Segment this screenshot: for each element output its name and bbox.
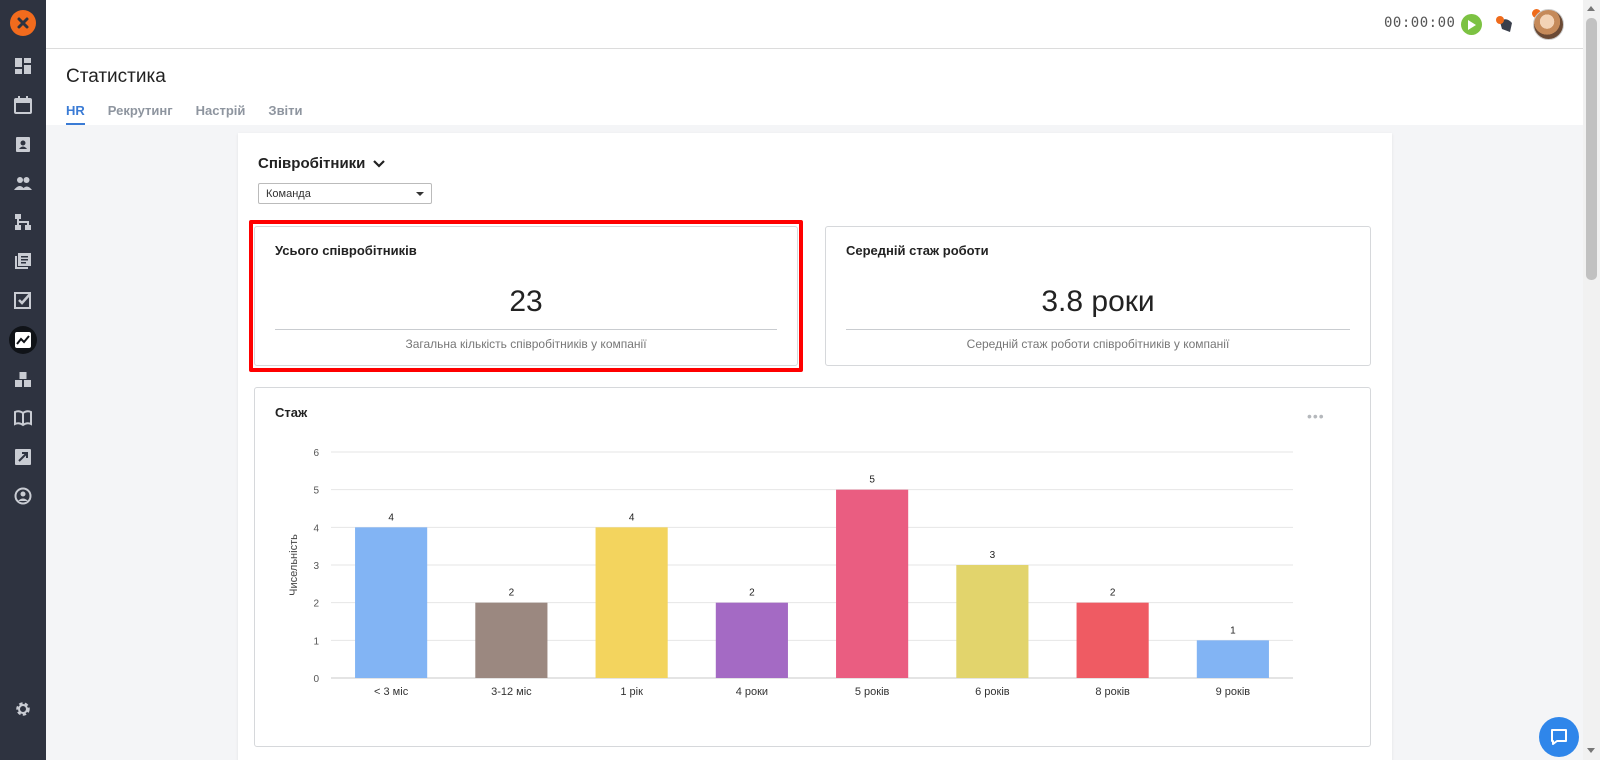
data-label: 2: [1110, 588, 1116, 599]
tab-hr[interactable]: HR: [66, 103, 85, 125]
people-icon[interactable]: [9, 169, 37, 197]
divider: [275, 329, 777, 330]
data-label: 4: [629, 512, 635, 523]
team-select[interactable]: Команда: [258, 183, 432, 204]
play-timer-button[interactable]: [1461, 14, 1482, 35]
bar: [715, 602, 788, 678]
scroll-down-arrow-icon[interactable]: [1587, 748, 1595, 753]
total-employees-label: Усього співробітників: [275, 243, 417, 258]
logo[interactable]: [10, 10, 36, 36]
contacts-icon[interactable]: [9, 130, 37, 158]
x-tick-label: 8 років: [1095, 686, 1130, 698]
data-label: 4: [388, 512, 394, 523]
tenure-chart-card: Стаж ••• 0 1 2 3 4 5 6 Чисельність 4 < 3 міс 2 3-12…: [254, 387, 1371, 747]
topbar: 00:00:00: [46, 0, 1583, 49]
bar: [956, 565, 1029, 678]
scrollbar[interactable]: [1583, 0, 1600, 760]
total-employees-card: Усього співробітників 23 Загальна кількі…: [254, 226, 798, 366]
y-tick-label: 2: [313, 599, 319, 610]
tab-recruiting[interactable]: Рекрутинг: [108, 103, 173, 125]
x-tick-label: 4 роки: [736, 686, 768, 698]
sidebar: [0, 0, 46, 760]
total-employees-description: Загальна кількість співробітників у комп…: [405, 337, 647, 351]
timer: 00:00:00: [1384, 15, 1456, 31]
chevron-down-icon: [373, 159, 386, 168]
y-tick-label: 5: [313, 486, 319, 497]
bar: [1196, 640, 1269, 678]
bar: [1076, 602, 1149, 678]
avg-tenure-label: Середній стаж роботи: [846, 243, 989, 258]
avatar[interactable]: [1533, 9, 1564, 40]
team-select-value: Команда: [266, 187, 311, 200]
chat-icon: [1551, 729, 1567, 745]
x-tick-label: 3-12 міс: [491, 686, 532, 698]
y-tick-label: 6: [313, 448, 319, 459]
data-label: 2: [749, 588, 755, 599]
tasks-icon[interactable]: [9, 286, 37, 314]
data-label: 5: [869, 475, 875, 486]
tabs: HR Рекрутинг Настрій Звіти: [66, 103, 303, 125]
divider: [846, 329, 1350, 330]
reports-icon[interactable]: [9, 443, 37, 471]
x-tick-label: 5 років: [855, 686, 890, 698]
notifications-icon[interactable]: [1494, 14, 1516, 36]
y-axis-label: Чисельність: [288, 534, 300, 596]
chat-button[interactable]: [1539, 717, 1579, 757]
settings-icon[interactable]: [9, 695, 37, 723]
section-selector[interactable]: Співробітники: [258, 155, 386, 172]
x-tick-label: 9 років: [1216, 686, 1251, 698]
documents-icon[interactable]: [9, 247, 37, 275]
y-tick-label: 4: [313, 523, 319, 534]
bar: [836, 489, 909, 678]
x-tick-label: < 3 міс: [374, 686, 409, 698]
caret-down-icon: [416, 191, 424, 196]
x-tick-label: 6 років: [975, 686, 1010, 698]
avg-tenure-card: Середній стаж роботи 3.8 роки Середній с…: [825, 226, 1371, 366]
bar: [595, 527, 668, 678]
avg-tenure-value: 3.8 роки: [1041, 285, 1155, 318]
x-tick-label: 1 рік: [620, 686, 643, 698]
y-tick-label: 0: [313, 674, 319, 685]
inventory-icon[interactable]: [9, 365, 37, 393]
data-label: 1: [1230, 625, 1236, 636]
tab-reports[interactable]: Звіти: [268, 103, 302, 125]
scroll-up-arrow-icon[interactable]: [1587, 6, 1595, 11]
page-header: Статистика HR Рекрутинг Настрій Звіти: [46, 49, 1583, 125]
avg-tenure-description: Середній стаж роботи співробітників у ко…: [966, 337, 1230, 351]
data-label: 2: [509, 588, 515, 599]
dashboard-icon[interactable]: [9, 52, 37, 80]
calendar-icon[interactable]: [9, 91, 37, 119]
scrollbar-thumb[interactable]: [1586, 18, 1597, 280]
profile-icon[interactable]: [9, 482, 37, 510]
org-structure-icon[interactable]: [9, 208, 37, 236]
bar: [355, 527, 428, 678]
y-tick-label: 1: [313, 636, 319, 647]
tenure-bar-chart: 0 1 2 3 4 5 6 Чисельність 4 < 3 міс 2 3-12 міс 4 1 рі…: [288, 448, 1293, 698]
statistics-icon[interactable]: [9, 326, 37, 354]
page-title: Статистика: [66, 66, 166, 87]
knowledge-base-icon[interactable]: [9, 404, 37, 432]
tab-mood[interactable]: Настрій: [196, 103, 246, 125]
bar: [475, 602, 548, 678]
section-label: Співробітники: [258, 155, 366, 172]
play-icon: [1468, 19, 1476, 30]
y-tick-label: 3: [313, 561, 319, 572]
main-panel: Співробітники Команда Усього співробітни…: [238, 133, 1392, 760]
total-employees-value: 23: [509, 285, 543, 318]
data-label: 3: [990, 550, 996, 561]
